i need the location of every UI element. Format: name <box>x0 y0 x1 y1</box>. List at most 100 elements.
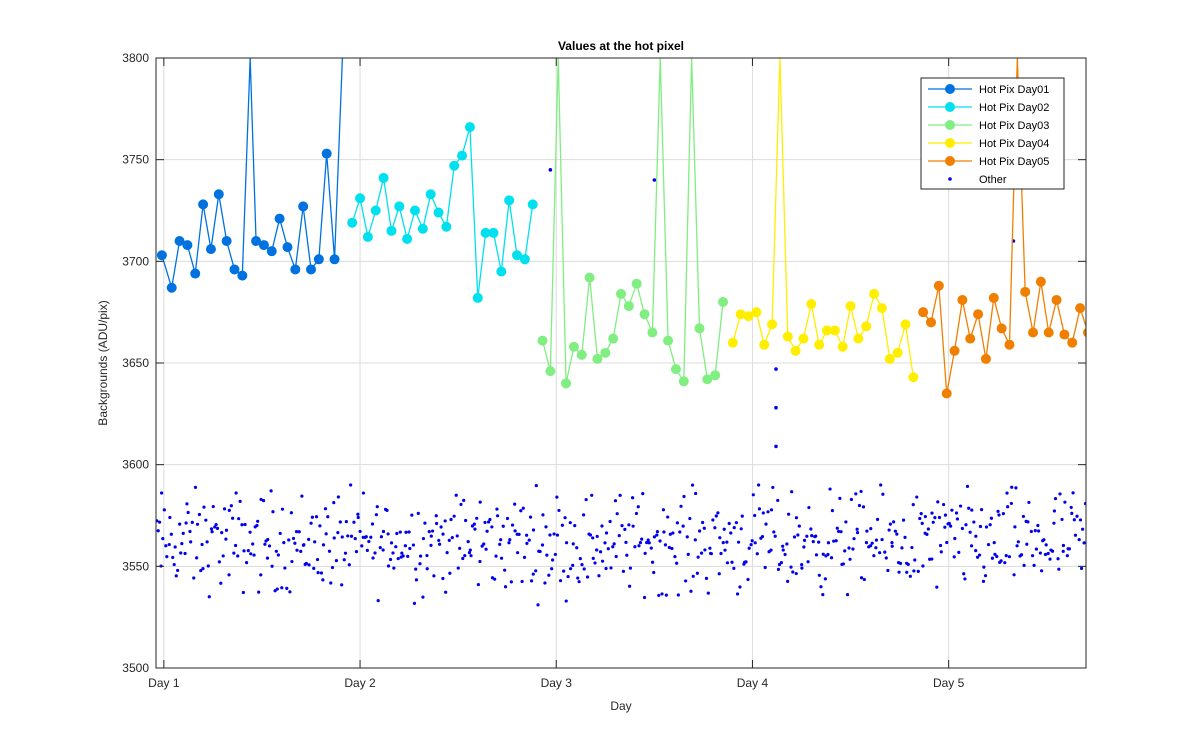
series-point <box>584 272 595 283</box>
other-point <box>1048 557 1052 561</box>
other-point <box>582 567 586 571</box>
other-point <box>346 534 350 538</box>
other-point <box>821 593 825 597</box>
other-point <box>289 511 294 515</box>
other-point <box>747 546 751 550</box>
other-point <box>244 561 249 565</box>
other-point <box>334 558 339 563</box>
other-point <box>968 530 972 534</box>
y-tick-label: 3650 <box>122 356 149 370</box>
series-point <box>519 254 530 265</box>
other-point <box>344 519 348 524</box>
series-point <box>814 339 825 350</box>
other-point <box>650 560 655 564</box>
other-point <box>859 576 864 580</box>
other-point <box>1026 520 1030 524</box>
series-point <box>790 345 801 356</box>
other-point <box>895 532 899 536</box>
other-point <box>597 574 601 578</box>
other-point <box>773 534 777 538</box>
other-point <box>285 586 289 590</box>
other-point <box>908 574 912 578</box>
other-point <box>309 521 313 525</box>
other-point <box>969 544 974 548</box>
series-point <box>973 309 984 320</box>
other-point <box>590 493 594 497</box>
other-point <box>510 523 515 527</box>
other-point <box>207 595 211 599</box>
other-point <box>336 530 340 535</box>
other-point <box>321 578 325 582</box>
other-point <box>685 535 689 539</box>
series-point <box>394 201 405 212</box>
other-point <box>176 568 180 573</box>
other-point <box>564 599 568 603</box>
other-point <box>343 551 348 555</box>
series-point <box>933 280 944 291</box>
series-point <box>472 292 483 303</box>
series-point <box>876 303 887 314</box>
other-point <box>838 496 842 500</box>
other-point <box>221 554 225 558</box>
other-point <box>224 537 228 541</box>
other-point <box>513 529 517 533</box>
other-point <box>598 550 603 554</box>
series-point <box>861 321 872 332</box>
series-point <box>694 323 705 334</box>
series-point <box>290 264 301 275</box>
other-point <box>660 592 664 596</box>
other-point <box>1022 563 1026 567</box>
other-point <box>623 527 627 531</box>
series-point <box>1043 327 1054 338</box>
other-point <box>381 529 386 534</box>
legend-label: Other <box>979 174 1007 186</box>
other-point <box>238 499 242 503</box>
other-point <box>919 512 923 516</box>
other-point <box>434 514 438 518</box>
series-point <box>884 353 895 364</box>
other-point <box>205 540 209 544</box>
other-point <box>1016 540 1020 544</box>
y-tick-label: 3800 <box>122 51 149 65</box>
other-point <box>310 515 314 519</box>
other-point <box>370 522 375 526</box>
other-point <box>875 517 880 521</box>
other-point <box>534 569 538 573</box>
other-point <box>236 554 240 558</box>
other-point <box>318 524 322 528</box>
other-point <box>859 489 863 494</box>
other-point <box>609 566 613 570</box>
other-point <box>878 551 882 555</box>
other-point <box>356 515 360 520</box>
other-point <box>621 569 626 573</box>
series-point <box>663 335 674 346</box>
other-point <box>455 534 459 538</box>
other-point <box>643 551 647 555</box>
series-point <box>386 225 397 236</box>
other-point <box>1003 561 1007 565</box>
other-point <box>652 178 657 182</box>
other-point <box>939 550 943 554</box>
other-point <box>771 485 775 490</box>
other-point <box>353 536 357 541</box>
other-point <box>1039 569 1044 573</box>
other-point <box>823 577 827 581</box>
y-tick-label: 3550 <box>122 559 149 573</box>
y-tick-label: 3750 <box>122 153 149 167</box>
other-point <box>779 560 783 565</box>
other-point <box>543 581 547 585</box>
other-point <box>945 540 949 545</box>
legend-marker <box>945 138 955 148</box>
other-point <box>270 564 274 568</box>
other-point <box>478 500 482 504</box>
other-point <box>294 530 299 534</box>
other-point <box>257 590 261 594</box>
other-point <box>962 572 966 576</box>
other-point <box>464 518 468 523</box>
legend-label: Hot Pix Day05 <box>979 156 1049 168</box>
series-point <box>1035 276 1046 287</box>
other-point <box>275 587 279 591</box>
series-point <box>710 370 721 381</box>
other-point <box>211 504 215 509</box>
other-point <box>989 516 994 520</box>
